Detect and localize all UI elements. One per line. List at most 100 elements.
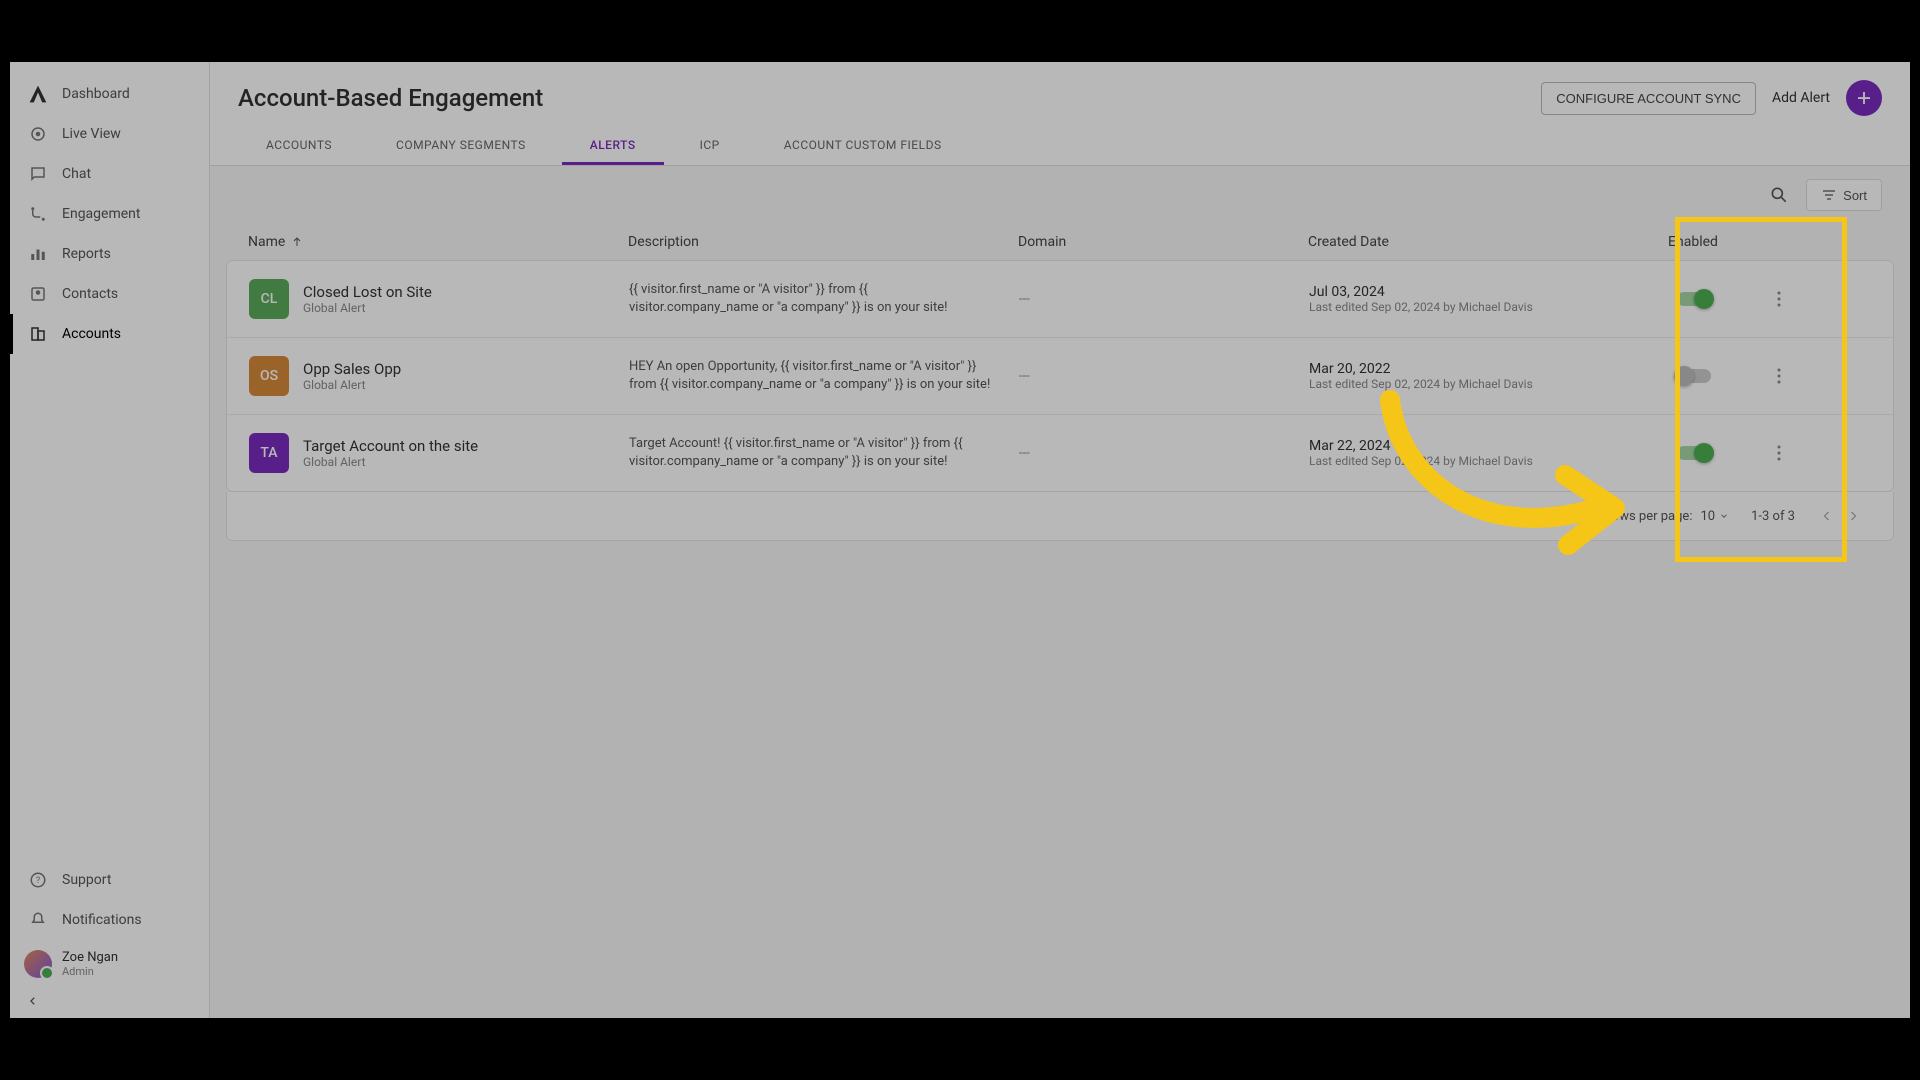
arrow-up-icon [291,236,303,248]
column-header-name[interactable]: Name [248,234,628,250]
sidebar-item-contacts[interactable]: Contacts [10,274,209,314]
tab-accounts[interactable]: ACCOUNTS [238,128,360,165]
alert-created-date: Mar 22, 2024 [1309,438,1629,454]
user-role: Admin [62,965,118,978]
search-icon [1769,185,1789,205]
alert-domain: --- [1019,369,1309,384]
sidebar-item-chat[interactable]: Chat [10,154,209,194]
alert-badge: CL [249,279,289,319]
more-vert-icon [1777,291,1781,307]
alert-subtitle: Global Alert [303,455,478,469]
user-profile[interactable]: Zoe Ngan Admin [10,940,209,988]
alert-description: Target Account! {{ visitor.first_name or… [629,435,1019,471]
table-body: CL Closed Lost on Site Global Alert {{ v… [226,260,1894,492]
sort-label: Sort [1843,188,1867,203]
sidebar-item-label: Contacts [62,286,118,302]
bar-chart-icon [28,244,48,264]
add-alert-button[interactable] [1846,80,1882,116]
sidebar-item-label: Support [62,872,111,888]
sidebar-item-label: Live View [62,126,121,142]
alert-description: HEY An open Opportunity, {{ visitor.firs… [629,358,1019,394]
alert-created-date: Jul 03, 2024 [1309,284,1629,300]
sidebar-item-live-view[interactable]: Live View [10,114,209,154]
alert-name: Closed Lost on Site [303,283,432,301]
tabs: ACCOUNTS COMPANY SEGMENTS ALERTS ICP ACC… [238,128,1882,165]
enabled-toggle[interactable] [1677,292,1711,306]
chat-icon [28,164,48,184]
more-vert-icon [1777,368,1781,384]
bell-icon [28,910,48,930]
alert-domain: --- [1019,292,1309,307]
logo-icon [28,84,48,104]
collapse-sidebar-button[interactable] [10,988,209,1018]
alert-name: Opp Sales Opp [303,360,401,378]
chevron-left-icon [28,996,38,1006]
alert-badge: TA [249,433,289,473]
sidebar-item-label: Engagement [62,206,140,222]
user-name: Zoe Ngan [62,950,118,965]
tab-account-custom-fields[interactable]: ACCOUNT CUSTOM FIELDS [756,128,970,165]
enabled-toggle[interactable] [1677,446,1711,460]
pagination: Rows per page: 10 1-3 of 3 [226,492,1894,541]
page-header: Account-Based Engagement CONFIGURE ACCOU… [210,62,1910,166]
sort-button[interactable]: Sort [1806,179,1882,211]
sidebar-item-engagement[interactable]: Engagement [10,194,209,234]
building-icon [28,324,48,344]
row-actions-button[interactable] [1759,291,1799,307]
alert-name: Target Account on the site [303,437,478,455]
sidebar-item-accounts[interactable]: Accounts [10,314,209,354]
chevron-right-icon [1847,510,1859,522]
tab-icp[interactable]: ICP [672,128,748,165]
alert-subtitle: Global Alert [303,301,432,315]
enabled-toggle[interactable] [1677,369,1711,383]
sidebar-item-label: Chat [62,166,91,182]
sidebar-item-label: Reports [62,246,111,262]
route-icon [28,204,48,224]
table-row[interactable]: OS Opp Sales Opp Global Alert HEY An ope… [227,338,1893,415]
next-page-button[interactable] [1843,506,1863,526]
target-icon [28,124,48,144]
column-header-enabled[interactable]: Enabled [1628,234,1758,250]
add-alert-label: Add Alert [1772,90,1830,106]
sidebar: Dashboard Live View Chat Engagement Repo… [10,62,210,1018]
page-range: 1-3 of 3 [1751,509,1795,524]
svg-text:?: ? [36,876,40,886]
chevron-down-icon [1719,511,1729,521]
sidebar-item-label: Notifications [62,912,142,928]
alert-subtitle: Global Alert [303,378,401,392]
table-row[interactable]: TA Target Account on the site Global Ale… [227,415,1893,491]
alert-edited-meta: Last edited Sep 02, 2024 by Michael Davi… [1309,454,1629,468]
contacts-icon [28,284,48,304]
main-content: Account-Based Engagement CONFIGURE ACCOU… [210,62,1910,1018]
column-header-created[interactable]: Created Date [1308,234,1628,250]
page-title: Account-Based Engagement [238,84,543,112]
sidebar-item-label: Dashboard [62,86,130,102]
search-button[interactable] [1762,178,1796,212]
prev-page-button[interactable] [1817,506,1837,526]
column-header-domain[interactable]: Domain [1018,234,1308,250]
help-icon: ? [28,870,48,890]
table-toolbar: Sort [210,166,1910,224]
sidebar-item-support[interactable]: ? Support [10,860,209,900]
alert-description: {{ visitor.first_name or "A visitor" }} … [629,281,1019,317]
row-actions-button[interactable] [1759,445,1799,461]
rows-per-page-label: Rows per page: [1604,509,1693,524]
sidebar-item-notifications[interactable]: Notifications [10,900,209,940]
table-row[interactable]: CL Closed Lost on Site Global Alert {{ v… [227,261,1893,338]
column-header-description[interactable]: Description [628,234,1018,250]
tab-company-segments[interactable]: COMPANY SEGMENTS [368,128,554,165]
alert-edited-meta: Last edited Sep 02, 2024 by Michael Davi… [1309,300,1629,314]
row-actions-button[interactable] [1759,368,1799,384]
sidebar-item-reports[interactable]: Reports [10,234,209,274]
alert-domain: --- [1019,446,1309,461]
alert-edited-meta: Last edited Sep 02, 2024 by Michael Davi… [1309,377,1629,391]
configure-account-sync-button[interactable]: CONFIGURE ACCOUNT SYNC [1541,82,1756,115]
tab-alerts[interactable]: ALERTS [562,128,664,165]
chevron-left-icon [1821,510,1833,522]
sidebar-item-dashboard[interactable]: Dashboard [10,74,209,114]
sidebar-item-label: Accounts [62,326,121,342]
more-vert-icon [1777,445,1781,461]
alert-badge: OS [249,356,289,396]
rows-per-page-select[interactable]: 10 [1700,509,1729,524]
table-header-row: Name Description Domain Created Date Ena… [226,224,1894,260]
